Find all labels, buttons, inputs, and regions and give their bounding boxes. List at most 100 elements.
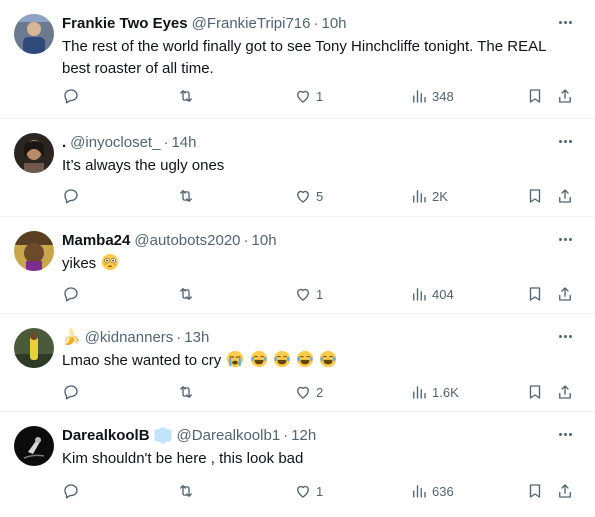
avatar[interactable]	[14, 426, 54, 466]
bookmark-button[interactable]	[526, 86, 544, 106]
reply-icon	[64, 89, 78, 104]
share-icon	[559, 287, 571, 301]
share-button[interactable]	[556, 382, 574, 402]
retweet-icon	[180, 485, 192, 497]
display-name[interactable]: .	[62, 134, 66, 151]
retweet-button[interactable]	[177, 481, 199, 501]
retweet-icon	[180, 190, 192, 202]
share-button[interactable]	[556, 186, 574, 206]
share-button[interactable]	[556, 86, 574, 106]
separator-dot: ·	[163, 133, 169, 151]
more-icon[interactable]	[555, 133, 575, 149]
bookmark-icon	[529, 287, 541, 301]
bookmark-icon	[529, 89, 541, 103]
like-button[interactable]: 1	[294, 284, 323, 304]
reply-button[interactable]	[62, 186, 84, 206]
tweet[interactable]: 🍌 @kidnanners · 13h Lmao she wanted to c…	[0, 314, 595, 412]
timestamp[interactable]: 14h	[171, 134, 196, 151]
reply-button[interactable]	[62, 86, 84, 106]
bookmark-icon	[529, 189, 541, 203]
like-button[interactable]: 2	[294, 382, 323, 402]
retweet-button[interactable]	[177, 382, 199, 402]
bookmark-button[interactable]	[526, 382, 544, 402]
tweet-text: It’s always the ugly ones	[62, 157, 225, 174]
action-bar: 1 636	[62, 481, 582, 501]
views-button[interactable]: 404	[410, 284, 454, 304]
like-count: 1	[316, 286, 324, 302]
avatar[interactable]	[14, 328, 54, 368]
tweet[interactable]: Frankie Two Eyes @FrankieTripi716 · 10h …	[0, 0, 595, 119]
timestamp[interactable]: 10h	[322, 15, 347, 32]
tweet[interactable]: . @inyocloset_ · 14h It’s always the ugl…	[0, 119, 595, 217]
share-icon	[559, 484, 571, 498]
bookmark-icon	[529, 484, 541, 498]
reply-icon	[64, 385, 78, 400]
display-name[interactable]: 🍌	[62, 328, 81, 346]
tweet-text-content: yikes	[62, 255, 97, 272]
bookmark-button[interactable]	[526, 481, 544, 501]
separator-dot: ·	[176, 328, 182, 346]
views-button[interactable]: 348	[410, 86, 454, 106]
views-button[interactable]: 1.6K	[410, 382, 459, 402]
reply-button[interactable]	[62, 481, 84, 501]
share-button[interactable]	[556, 284, 574, 304]
view-count: 2K	[432, 188, 448, 204]
tweet[interactable]: Mamba24 @autobots2020 · 10h yikes 1 404	[0, 217, 595, 314]
views-icon	[413, 190, 426, 203]
user-handle[interactable]: @kidnanners	[85, 329, 174, 346]
like-button[interactable]: 1	[294, 86, 323, 106]
views-button[interactable]: 636	[410, 481, 454, 501]
user-handle[interactable]: @inyocloset_	[70, 134, 160, 151]
share-button[interactable]	[556, 481, 574, 501]
timestamp[interactable]: 13h	[184, 329, 209, 346]
retweet-button[interactable]	[177, 186, 199, 206]
like-icon	[297, 485, 309, 498]
views-button[interactable]: 2K	[410, 186, 448, 206]
tweet-text: The rest of the world finally got to see…	[62, 38, 546, 77]
tweet-text: Lmao she wanted to cry	[62, 350, 572, 372]
bookmark-button[interactable]	[526, 186, 544, 206]
like-count: 1	[316, 483, 324, 499]
timestamp[interactable]: 12h	[291, 427, 316, 444]
retweet-button[interactable]	[177, 86, 199, 106]
more-icon[interactable]	[555, 328, 575, 344]
user-handle[interactable]: @Darealkoolb1	[177, 427, 281, 444]
more-icon[interactable]	[555, 231, 575, 247]
avatar[interactable]	[14, 14, 54, 54]
action-bar: 2 1.6K	[62, 382, 582, 402]
verified-badge-icon[interactable]	[153, 426, 173, 444]
display-name[interactable]: Frankie Two Eyes	[62, 15, 188, 32]
timestamp[interactable]: 10h	[252, 232, 277, 249]
display-name[interactable]: Mamba24	[62, 232, 130, 249]
tweet-header: Mamba24 @autobots2020 · 10h	[62, 230, 277, 250]
user-handle[interactable]: @autobots2020	[134, 232, 240, 249]
reply-icon	[64, 189, 78, 204]
tweet[interactable]: DarealkoolB @Darealkoolb1 · 12h Kim shou…	[0, 412, 595, 517]
action-bar: 5 2K	[62, 186, 582, 206]
bookmark-button[interactable]	[526, 284, 544, 304]
tweet-text: yikes	[62, 253, 572, 275]
reply-button[interactable]	[62, 382, 84, 402]
view-count: 404	[432, 286, 454, 302]
avatar[interactable]	[14, 133, 54, 173]
view-count: 1.6K	[432, 384, 459, 400]
more-icon[interactable]	[555, 426, 575, 442]
user-handle[interactable]: @FrankieTripi716	[192, 15, 311, 32]
retweet-icon	[180, 288, 192, 300]
action-bar: 1 348	[62, 86, 582, 106]
tweet-header: DarealkoolB @Darealkoolb1 · 12h	[62, 425, 316, 445]
retweet-button[interactable]	[177, 284, 199, 304]
like-button[interactable]: 1	[294, 481, 323, 501]
action-bar: 1 404	[62, 284, 582, 304]
display-name[interactable]: DarealkoolB	[62, 427, 150, 444]
tweet-header: . @inyocloset_ · 14h	[62, 132, 196, 152]
like-count: 1	[316, 88, 324, 104]
like-icon	[297, 386, 309, 399]
reply-button[interactable]	[62, 284, 84, 304]
avatar[interactable]	[14, 231, 54, 271]
like-button[interactable]: 5	[294, 186, 323, 206]
share-icon	[559, 385, 571, 399]
more-icon[interactable]	[555, 14, 575, 30]
tweet-text-content: Lmao she wanted to cry	[62, 352, 222, 369]
joy-face-emoji-icon	[250, 350, 267, 368]
